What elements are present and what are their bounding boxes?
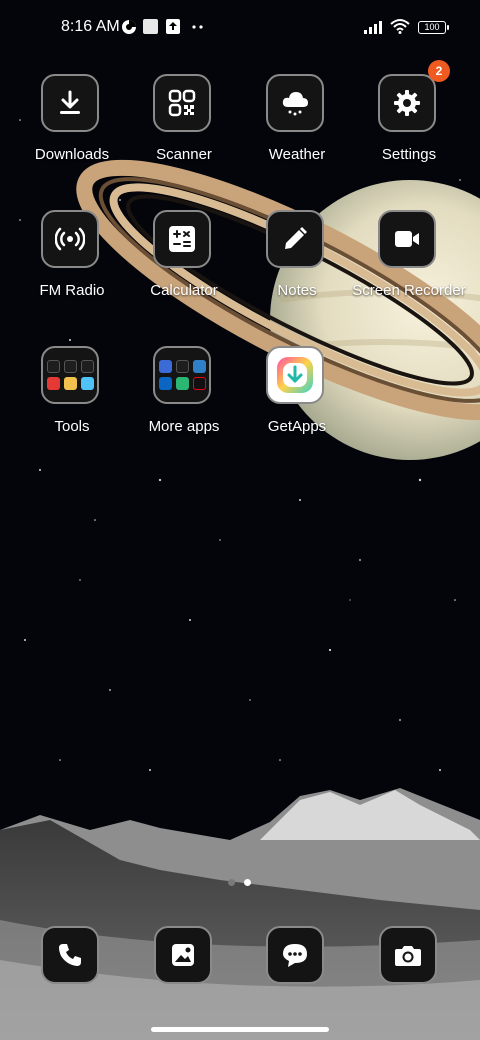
app-downloads-label: Downloads (34, 146, 110, 163)
app-notes-tile[interactable] (266, 210, 324, 268)
dock-messages[interactable] (266, 926, 324, 984)
mini-app-icon (158, 360, 172, 373)
mini-app-icon (80, 377, 94, 390)
app-getapps-label: GetApps (267, 418, 327, 435)
app-weather[interactable]: Weather (241, 74, 353, 194)
messages-icon (283, 944, 307, 967)
gesture-home-bar[interactable] (151, 1027, 329, 1032)
mini-app-icon (192, 360, 206, 373)
app-scanner[interactable]: Scanner (128, 74, 240, 194)
status-time: 8:16 AM (61, 18, 120, 35)
qr-scanner-icon (168, 89, 196, 117)
folder-icon (46, 360, 94, 390)
page-indicator-dot-1[interactable] (228, 879, 235, 886)
dock-camera[interactable] (379, 926, 437, 984)
mini-app-icon (80, 360, 94, 373)
mini-app-icon (46, 377, 60, 390)
mini-app-icon (63, 377, 77, 390)
battery-tip (447, 25, 449, 30)
folder-more-apps-tile[interactable] (153, 346, 211, 404)
folder-more-apps-label: More apps (148, 418, 220, 435)
mini-app-icon (63, 360, 77, 373)
status-bar: 8:16 AM 100 (0, 0, 480, 56)
mini-app-icon (175, 377, 189, 390)
mini-app-icon (158, 377, 172, 390)
calculator-icon (169, 226, 195, 252)
wifi-icon (390, 19, 410, 34)
weather-cloud-icon (282, 92, 308, 116)
app-notes-label: Notes (277, 282, 317, 299)
data-saver-icon (122, 20, 136, 34)
battery-level: 100 (424, 22, 440, 32)
app-fm-radio-label: FM Radio (39, 282, 105, 299)
app-fm-radio-tile[interactable] (41, 210, 99, 268)
gear-icon (394, 90, 420, 116)
folder-icon (158, 360, 206, 390)
mini-app-icon (192, 377, 206, 390)
dock-phone[interactable] (41, 926, 99, 984)
app-fm-radio[interactable]: FM Radio (16, 210, 128, 330)
battery-icon: 100 (418, 21, 446, 34)
app-downloads-tile[interactable] (41, 74, 99, 132)
download-icon (60, 90, 80, 114)
folder-tools-tile[interactable] (41, 346, 99, 404)
app-screen-recorder[interactable]: Screen Recorder (352, 210, 466, 330)
app-settings-label: Settings (381, 146, 437, 163)
upload-icon (166, 19, 180, 34)
app-settings[interactable]: 2 Settings (353, 60, 465, 194)
pencil-icon (285, 227, 307, 249)
app-scanner-tile[interactable] (153, 74, 211, 132)
app-calculator[interactable]: Calculator (128, 210, 240, 330)
dock-gallery[interactable] (154, 926, 212, 984)
radio-icon (55, 227, 85, 251)
app-screen-recorder-label: Screen Recorder (352, 282, 466, 299)
app-weather-tile[interactable] (266, 74, 324, 132)
app-weather-label: Weather (268, 146, 326, 163)
mini-app-icon (46, 360, 60, 373)
app-scanner-label: Scanner (156, 146, 212, 163)
folder-tools-label: Tools (54, 418, 90, 435)
camera-icon (395, 946, 421, 966)
folder-tools[interactable]: Tools (16, 346, 128, 466)
settings-notification-badge: 2 (428, 60, 450, 82)
app-getapps[interactable]: GetApps (241, 346, 353, 466)
app-calculator-tile[interactable] (153, 210, 211, 268)
more-dots-icon (192, 25, 203, 29)
app-screen-recorder-tile[interactable] (378, 210, 436, 268)
phone-icon (59, 944, 81, 966)
app-getapps-tile[interactable] (266, 346, 324, 404)
getapps-icon (277, 357, 313, 393)
app-notes[interactable]: Notes (241, 210, 353, 330)
mini-app-icon (175, 360, 189, 373)
app-settings-tile[interactable] (378, 74, 436, 132)
gallery-icon (172, 944, 194, 966)
folder-more-apps[interactable]: More apps (128, 346, 240, 466)
app-calculator-label: Calculator (150, 282, 218, 299)
app-downloads[interactable]: Downloads (16, 74, 128, 194)
page-indicator-dot-2-active[interactable] (244, 879, 251, 886)
notification-square-icon (143, 19, 158, 34)
video-camera-icon (395, 231, 419, 247)
signal-icon (364, 21, 382, 34)
